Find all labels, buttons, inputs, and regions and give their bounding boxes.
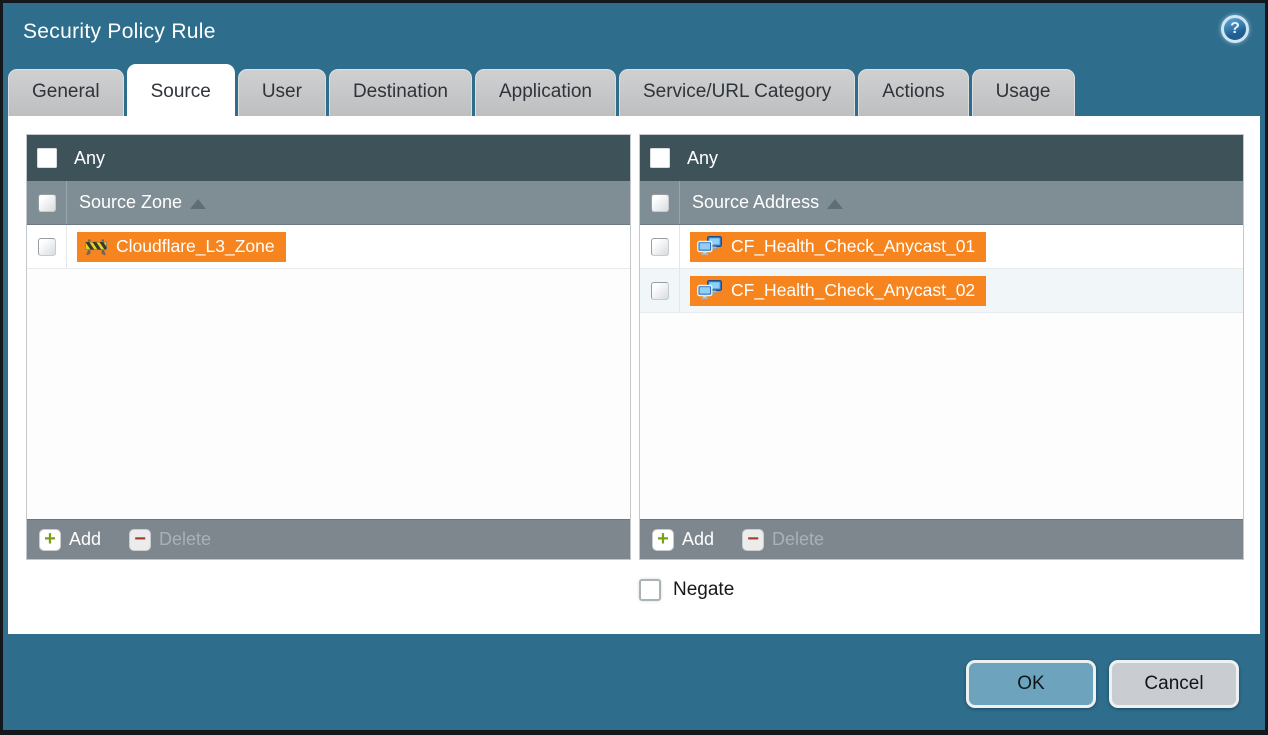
plus-icon: + bbox=[652, 529, 674, 551]
rows-list: CF_Health_Check_Anycast_01 CF_Health_Che… bbox=[640, 225, 1243, 519]
tab-label: Destination bbox=[353, 81, 448, 102]
tab-destination[interactable]: Destination bbox=[329, 69, 472, 116]
object-label: CF_Health_Check_Anycast_02 bbox=[731, 280, 975, 301]
any-header: Any bbox=[27, 135, 630, 181]
minus-icon: − bbox=[742, 529, 764, 551]
tab-service-url-category[interactable]: Service/URL Category bbox=[619, 69, 855, 116]
select-all-cell bbox=[27, 181, 67, 224]
tab-actions[interactable]: Actions bbox=[858, 69, 968, 116]
add-label: Add bbox=[682, 529, 714, 550]
delete-button[interactable]: − Delete bbox=[129, 529, 211, 551]
panel-source-address: Any Source Address bbox=[639, 134, 1244, 560]
ok-button[interactable]: OK bbox=[966, 660, 1096, 708]
add-label: Add bbox=[69, 529, 101, 550]
address-icon bbox=[697, 236, 723, 257]
column-title[interactable]: Source Zone bbox=[79, 192, 206, 213]
negate-checkbox[interactable] bbox=[639, 579, 661, 601]
tab-label: General bbox=[32, 81, 100, 102]
list-item: Cloudflare_L3_Zone bbox=[27, 225, 630, 269]
any-checkbox[interactable] bbox=[37, 148, 57, 168]
row-checkbox-cell bbox=[640, 269, 680, 312]
list-item: CF_Health_Check_Anycast_01 bbox=[640, 225, 1243, 269]
object-tag[interactable]: Cloudflare_L3_Zone bbox=[77, 232, 286, 262]
titlebar: Security Policy Rule ? bbox=[3, 3, 1265, 61]
panels: Any Source Zone bbox=[26, 134, 1244, 560]
panel-footer: + Add − Delete bbox=[27, 519, 630, 559]
select-all-checkbox[interactable] bbox=[38, 194, 56, 212]
column-header: Source Address bbox=[640, 181, 1243, 225]
tab-general[interactable]: General bbox=[8, 69, 124, 116]
tab-usage[interactable]: Usage bbox=[972, 69, 1075, 116]
below-panels: Negate bbox=[26, 579, 1244, 601]
negate-label: Negate bbox=[673, 579, 734, 601]
object-label: CF_Health_Check_Anycast_01 bbox=[731, 236, 975, 257]
security-policy-rule-dialog: Security Policy Rule ? General Source User… bbox=[0, 0, 1268, 735]
column-title-label: Source Zone bbox=[79, 192, 182, 213]
row-checkbox[interactable] bbox=[38, 238, 56, 256]
add-button[interactable]: + Add bbox=[652, 529, 714, 551]
object-tag[interactable]: CF_Health_Check_Anycast_01 bbox=[690, 232, 986, 262]
address-icon bbox=[697, 280, 723, 301]
spacer bbox=[26, 579, 631, 601]
column-title[interactable]: Source Address bbox=[692, 192, 843, 213]
dialog-actions: OK Cancel bbox=[966, 660, 1239, 708]
cancel-button[interactable]: Cancel bbox=[1109, 660, 1239, 708]
tab-label: Actions bbox=[882, 81, 944, 102]
row-checkbox[interactable] bbox=[651, 238, 669, 256]
any-checkbox[interactable] bbox=[650, 148, 670, 168]
negate-row: Negate bbox=[639, 579, 1244, 601]
tab-application[interactable]: Application bbox=[475, 69, 616, 116]
row-checkbox-cell bbox=[27, 225, 67, 268]
zone-icon bbox=[84, 237, 108, 256]
plus-icon: + bbox=[39, 529, 61, 551]
any-label: Any bbox=[687, 148, 718, 169]
any-label: Any bbox=[74, 148, 105, 169]
delete-button[interactable]: − Delete bbox=[742, 529, 824, 551]
minus-icon: − bbox=[129, 529, 151, 551]
dialog-content: Any Source Zone bbox=[8, 116, 1260, 634]
row-checkbox-cell bbox=[640, 225, 680, 268]
sort-asc-icon bbox=[190, 199, 206, 209]
panel-footer: + Add − Delete bbox=[640, 519, 1243, 559]
tab-label: Usage bbox=[996, 81, 1051, 102]
sort-asc-icon bbox=[827, 199, 843, 209]
list-item: CF_Health_Check_Anycast_02 bbox=[640, 269, 1243, 313]
delete-label: Delete bbox=[159, 529, 211, 550]
page-title: Security Policy Rule bbox=[23, 20, 216, 44]
tab-label: User bbox=[262, 81, 302, 102]
tab-label: Service/URL Category bbox=[643, 81, 831, 102]
any-header: Any bbox=[640, 135, 1243, 181]
column-title-label: Source Address bbox=[692, 192, 819, 213]
help-icon[interactable]: ? bbox=[1221, 15, 1249, 43]
tab-source[interactable]: Source bbox=[127, 64, 235, 116]
tab-label: Source bbox=[151, 81, 211, 102]
object-tag[interactable]: CF_Health_Check_Anycast_02 bbox=[690, 276, 986, 306]
select-all-cell bbox=[640, 181, 680, 224]
row-checkbox[interactable] bbox=[651, 282, 669, 300]
tab-user[interactable]: User bbox=[238, 69, 326, 116]
add-button[interactable]: + Add bbox=[39, 529, 101, 551]
column-header: Source Zone bbox=[27, 181, 630, 225]
rows-list: Cloudflare_L3_Zone bbox=[27, 225, 630, 519]
panel-source-zone: Any Source Zone bbox=[26, 134, 631, 560]
object-label: Cloudflare_L3_Zone bbox=[116, 236, 275, 257]
tab-label: Application bbox=[499, 81, 592, 102]
delete-label: Delete bbox=[772, 529, 824, 550]
select-all-checkbox[interactable] bbox=[651, 194, 669, 212]
tab-bar: General Source User Destination Application S… bbox=[3, 61, 1265, 116]
